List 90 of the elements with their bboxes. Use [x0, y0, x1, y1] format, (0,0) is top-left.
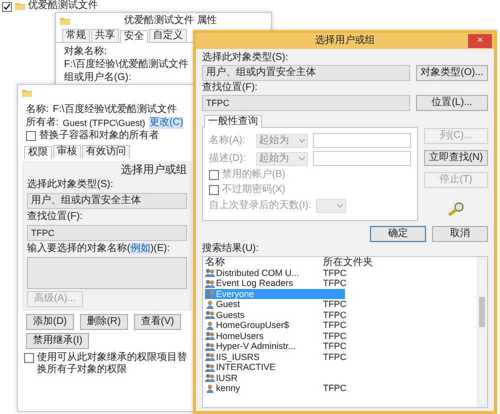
user-group-icon	[205, 373, 215, 382]
dropdown[interactable]	[316, 199, 346, 213]
result-row[interactable]: kenny TFPC	[203, 383, 475, 394]
button[interactable]: 添加(D)	[26, 314, 74, 330]
button[interactable]: 删除(R)	[80, 314, 128, 330]
caret-icon	[299, 138, 305, 142]
caret-icon	[299, 156, 305, 160]
location-button[interactable]: 位置(L)...	[416, 95, 488, 111]
folder-icon	[22, 89, 32, 97]
field-label: 所有者:	[26, 117, 59, 129]
checkbox-label: 不过期密码(X)	[222, 184, 286, 196]
checkbox[interactable]	[209, 185, 219, 195]
window-title: 选择用户或组	[315, 35, 375, 47]
field-label: 自上次登录后的天数(I):	[209, 200, 312, 212]
field-label: 组或用户名(G):	[64, 72, 132, 84]
tab[interactable]: 审核	[53, 145, 81, 158]
change-link[interactable]: 更改(C)	[149, 117, 184, 129]
tab[interactable]: 权限	[24, 146, 52, 159]
location-field[interactable]: TFPC	[27, 225, 187, 241]
checkbox[interactable]	[2, 2, 12, 12]
user-group-icon	[205, 289, 215, 298]
cancel-button[interactable]: 取消	[432, 226, 488, 242]
disable-inheritance-button[interactable]: 禁用继承(I)	[26, 333, 90, 349]
field-label: 查找位置(F):	[202, 82, 259, 94]
example-link[interactable]: 例如	[130, 243, 150, 254]
result-row[interactable]: IIS_IUSRS TFPC	[203, 352, 475, 362]
user-group-icon	[205, 352, 215, 362]
result-row[interactable]: Distributed COM U... TFPC	[203, 268, 475, 278]
window-title: 优爱酷测试文件 属性	[124, 15, 217, 27]
checkbox-label: 替换子容器和对象的所有者	[39, 130, 159, 142]
result-row[interactable]: INTERACTIVE	[203, 362, 475, 372]
tab[interactable]: 自定义	[149, 29, 187, 42]
tab[interactable]: 共享	[91, 29, 119, 42]
user-group-icon	[205, 268, 215, 278]
field-label: 查找位置(F):	[27, 211, 84, 223]
checkbox[interactable]	[209, 170, 219, 180]
ok-button[interactable]: 确定	[370, 226, 426, 242]
checkbox[interactable]	[26, 131, 36, 141]
column-header[interactable]: 所在文件夹	[323, 257, 475, 269]
field-label: 名称(A):	[209, 134, 246, 146]
text-field[interactable]	[313, 151, 411, 166]
field-label: 搜索结果(U):	[202, 243, 260, 255]
folder-icon	[15, 2, 25, 10]
result-row[interactable]: Hyper-V Administr... TFPC	[203, 341, 475, 352]
field-label: 选择此对象类型(S):	[27, 179, 114, 191]
dialog-title: 选择用户或组	[120, 163, 187, 177]
field-label: 选择此对象类型(S):	[202, 52, 290, 64]
close-button[interactable]: ×	[468, 34, 492, 48]
checkbox[interactable]	[24, 353, 34, 363]
tab[interactable]: 一般性查询	[204, 115, 262, 128]
user-group-icon	[205, 342, 215, 351]
text-field[interactable]	[313, 133, 411, 148]
object-name: F:\百度经验\优爱酷测试文件	[64, 59, 188, 71]
field-label: 输入要选择的对象名称(例如)(E):	[27, 243, 171, 255]
tab[interactable]: 常规	[62, 29, 90, 42]
result-row[interactable]: HomeUsers TFPC	[203, 330, 475, 341]
field-label: 名称:	[26, 104, 49, 116]
user-icon	[205, 300, 215, 309]
user-group-icon	[205, 362, 215, 372]
user-group-icon	[205, 278, 215, 288]
button[interactable]: 立即查找(N)	[424, 150, 488, 166]
checkbox-label: 使用可从此对象继承的权限项目替换所有子对象的权限	[37, 352, 188, 376]
object-type-field[interactable]: 用户、组或内置安全主体	[27, 193, 187, 209]
object-name: F:\百度经验\优爱酷测试文件	[52, 104, 178, 116]
user-icon	[205, 320, 215, 330]
checkbox-label: 禁用的帐户(B)	[222, 169, 286, 181]
scrollbar[interactable]	[477, 257, 487, 407]
object-type-field[interactable]: 用户、组或内置安全主体	[202, 65, 410, 81]
result-row[interactable]: Guests TFPC	[203, 310, 475, 320]
owner-name: Guest (TFPC\Guest)	[62, 117, 146, 129]
column-header[interactable]: 名称	[205, 257, 323, 269]
caret-icon	[337, 204, 344, 208]
result-row[interactable]: Guest TFPC	[203, 299, 475, 310]
user-group-icon	[205, 331, 215, 340]
button[interactable]: 查看(V)	[134, 314, 182, 330]
names-input[interactable]	[27, 257, 187, 289]
tab[interactable]: 安全	[120, 30, 148, 43]
result-row[interactable]: IUSR	[203, 372, 475, 383]
result-row[interactable]: Event Log Readers TFPC	[203, 278, 475, 288]
result-row[interactable]: HomeGroupUser$ TFPC	[203, 320, 475, 330]
field-label: 描述(D):	[209, 152, 247, 164]
user-group-icon	[205, 310, 215, 320]
tab[interactable]: 有效访问	[82, 145, 130, 158]
field-label: 对象名称:	[64, 46, 107, 58]
object-type-button[interactable]: 对象类型(O)...	[416, 65, 488, 81]
scroll-thumb[interactable]	[479, 297, 485, 327]
location-field[interactable]: TFPC	[202, 95, 410, 111]
search-icon	[447, 202, 465, 216]
folder-icon	[60, 17, 70, 25]
user-icon	[205, 384, 215, 393]
